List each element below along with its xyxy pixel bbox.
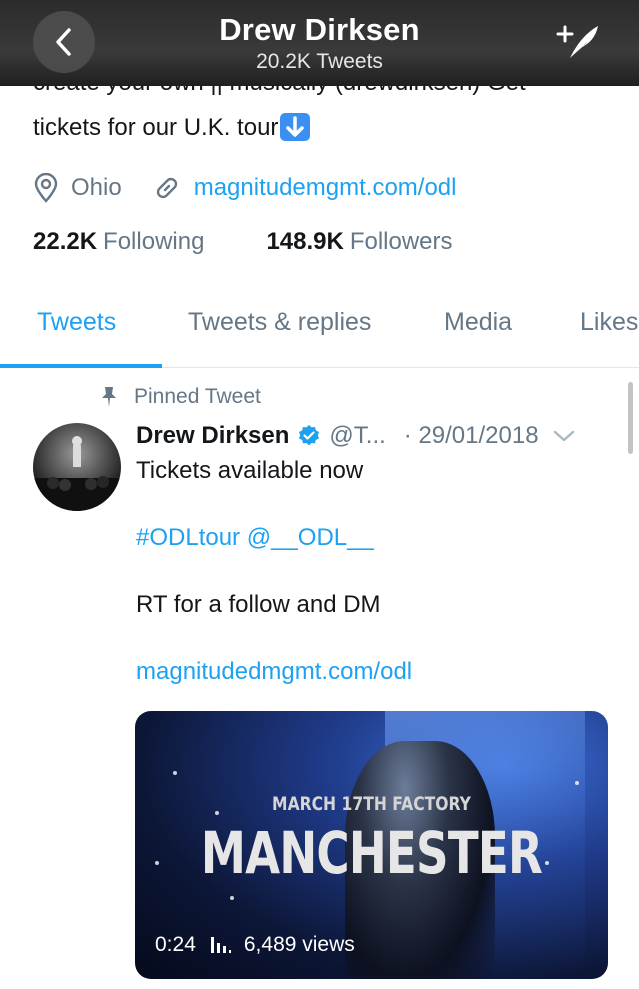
profile-name-title: Drew Dirksen [219, 12, 420, 47]
tab-tweets[interactable]: Tweets [37, 308, 116, 337]
link-icon [156, 177, 177, 199]
profile-meta: Ohio magnitudemgmt.com/odl [33, 170, 486, 206]
chevron-down-icon [553, 430, 574, 442]
compose-tweet-button[interactable] [555, 18, 603, 66]
tweet-hashtag-mention[interactable]: #ODLtour @__ODL__ [136, 524, 374, 552]
follow-counts: 22.2K Following 148.9K Followers [33, 228, 515, 256]
followers-label: Followers [349, 228, 453, 255]
scrollbar[interactable] [628, 382, 633, 454]
followers-count[interactable]: 148.9K Followers [266, 228, 452, 256]
down-arrow-emoji-icon [280, 113, 311, 141]
location-text: Ohio [71, 174, 122, 201]
profile-header: Drew Dirksen 20.2K Tweets [0, 0, 639, 86]
compose-tweet-icon [556, 25, 598, 58]
following-number: 22.2K [33, 228, 98, 255]
sparkle [173, 771, 177, 775]
website[interactable]: magnitudemgmt.com/odl [152, 173, 457, 203]
avatar[interactable] [33, 423, 121, 511]
tweet-video[interactable]: MARCH 17TH FACTORY MANCHESTER 0:24 6,489… [135, 711, 608, 979]
tab-tweets-and-replies[interactable]: Tweets & replies [188, 308, 371, 337]
tweet-options-button[interactable] [553, 429, 575, 443]
avatar-image [33, 436, 121, 511]
tweet-date: · 29/01/2018 [403, 422, 539, 449]
followers-number: 148.9K [266, 228, 344, 255]
tweet-author-name[interactable]: Drew Dirksen [136, 422, 289, 450]
video-headline-small: MARCH 17TH FACTORY [272, 793, 471, 815]
tab-media[interactable]: Media [444, 308, 512, 337]
tweet-link[interactable]: magnitudedmgmt.com/odl [136, 658, 412, 686]
bio-text-line2: tickets for our U.K. tour [33, 113, 311, 142]
sparkle [575, 781, 579, 785]
tweet-text-line3: RT for a follow and DM [136, 591, 381, 618]
profile-tabs: Tweets Tweets & replies Media Likes [0, 290, 639, 368]
tweet-header: Drew Dirksen @T... · 29/01/2018 [136, 420, 616, 452]
bio-text: tickets for our U.K. tour [33, 114, 279, 141]
sparkle [230, 896, 234, 900]
video-duration: 0:24 [155, 933, 196, 956]
pinned-tweet-label: Pinned Tweet [100, 385, 261, 409]
verified-badge-icon [297, 424, 321, 448]
video-headline-large: MANCHESTER [200, 819, 543, 887]
pin-icon [102, 387, 116, 407]
following-count[interactable]: 22.2K Following [33, 228, 204, 256]
sparkle [155, 861, 159, 865]
pinned-text: Pinned Tweet [134, 385, 261, 408]
video-views: 6,489 views [243, 933, 355, 956]
tweet-author-handle: @T... [329, 422, 386, 449]
active-tab-indicator [0, 364, 162, 368]
tweet-count: 20.2K Tweets [256, 50, 383, 73]
video-stats: 0:24 6,489 views [155, 929, 355, 961]
following-label: Following [103, 228, 205, 255]
location-pin-icon [34, 173, 58, 203]
view-count-icon [210, 935, 232, 955]
location: Ohio [33, 173, 122, 203]
website-link[interactable]: magnitudemgmt.com/odl [194, 174, 457, 202]
tab-likes[interactable]: Likes [580, 308, 638, 337]
tweet-text-line1: Tickets available now [136, 457, 364, 484]
